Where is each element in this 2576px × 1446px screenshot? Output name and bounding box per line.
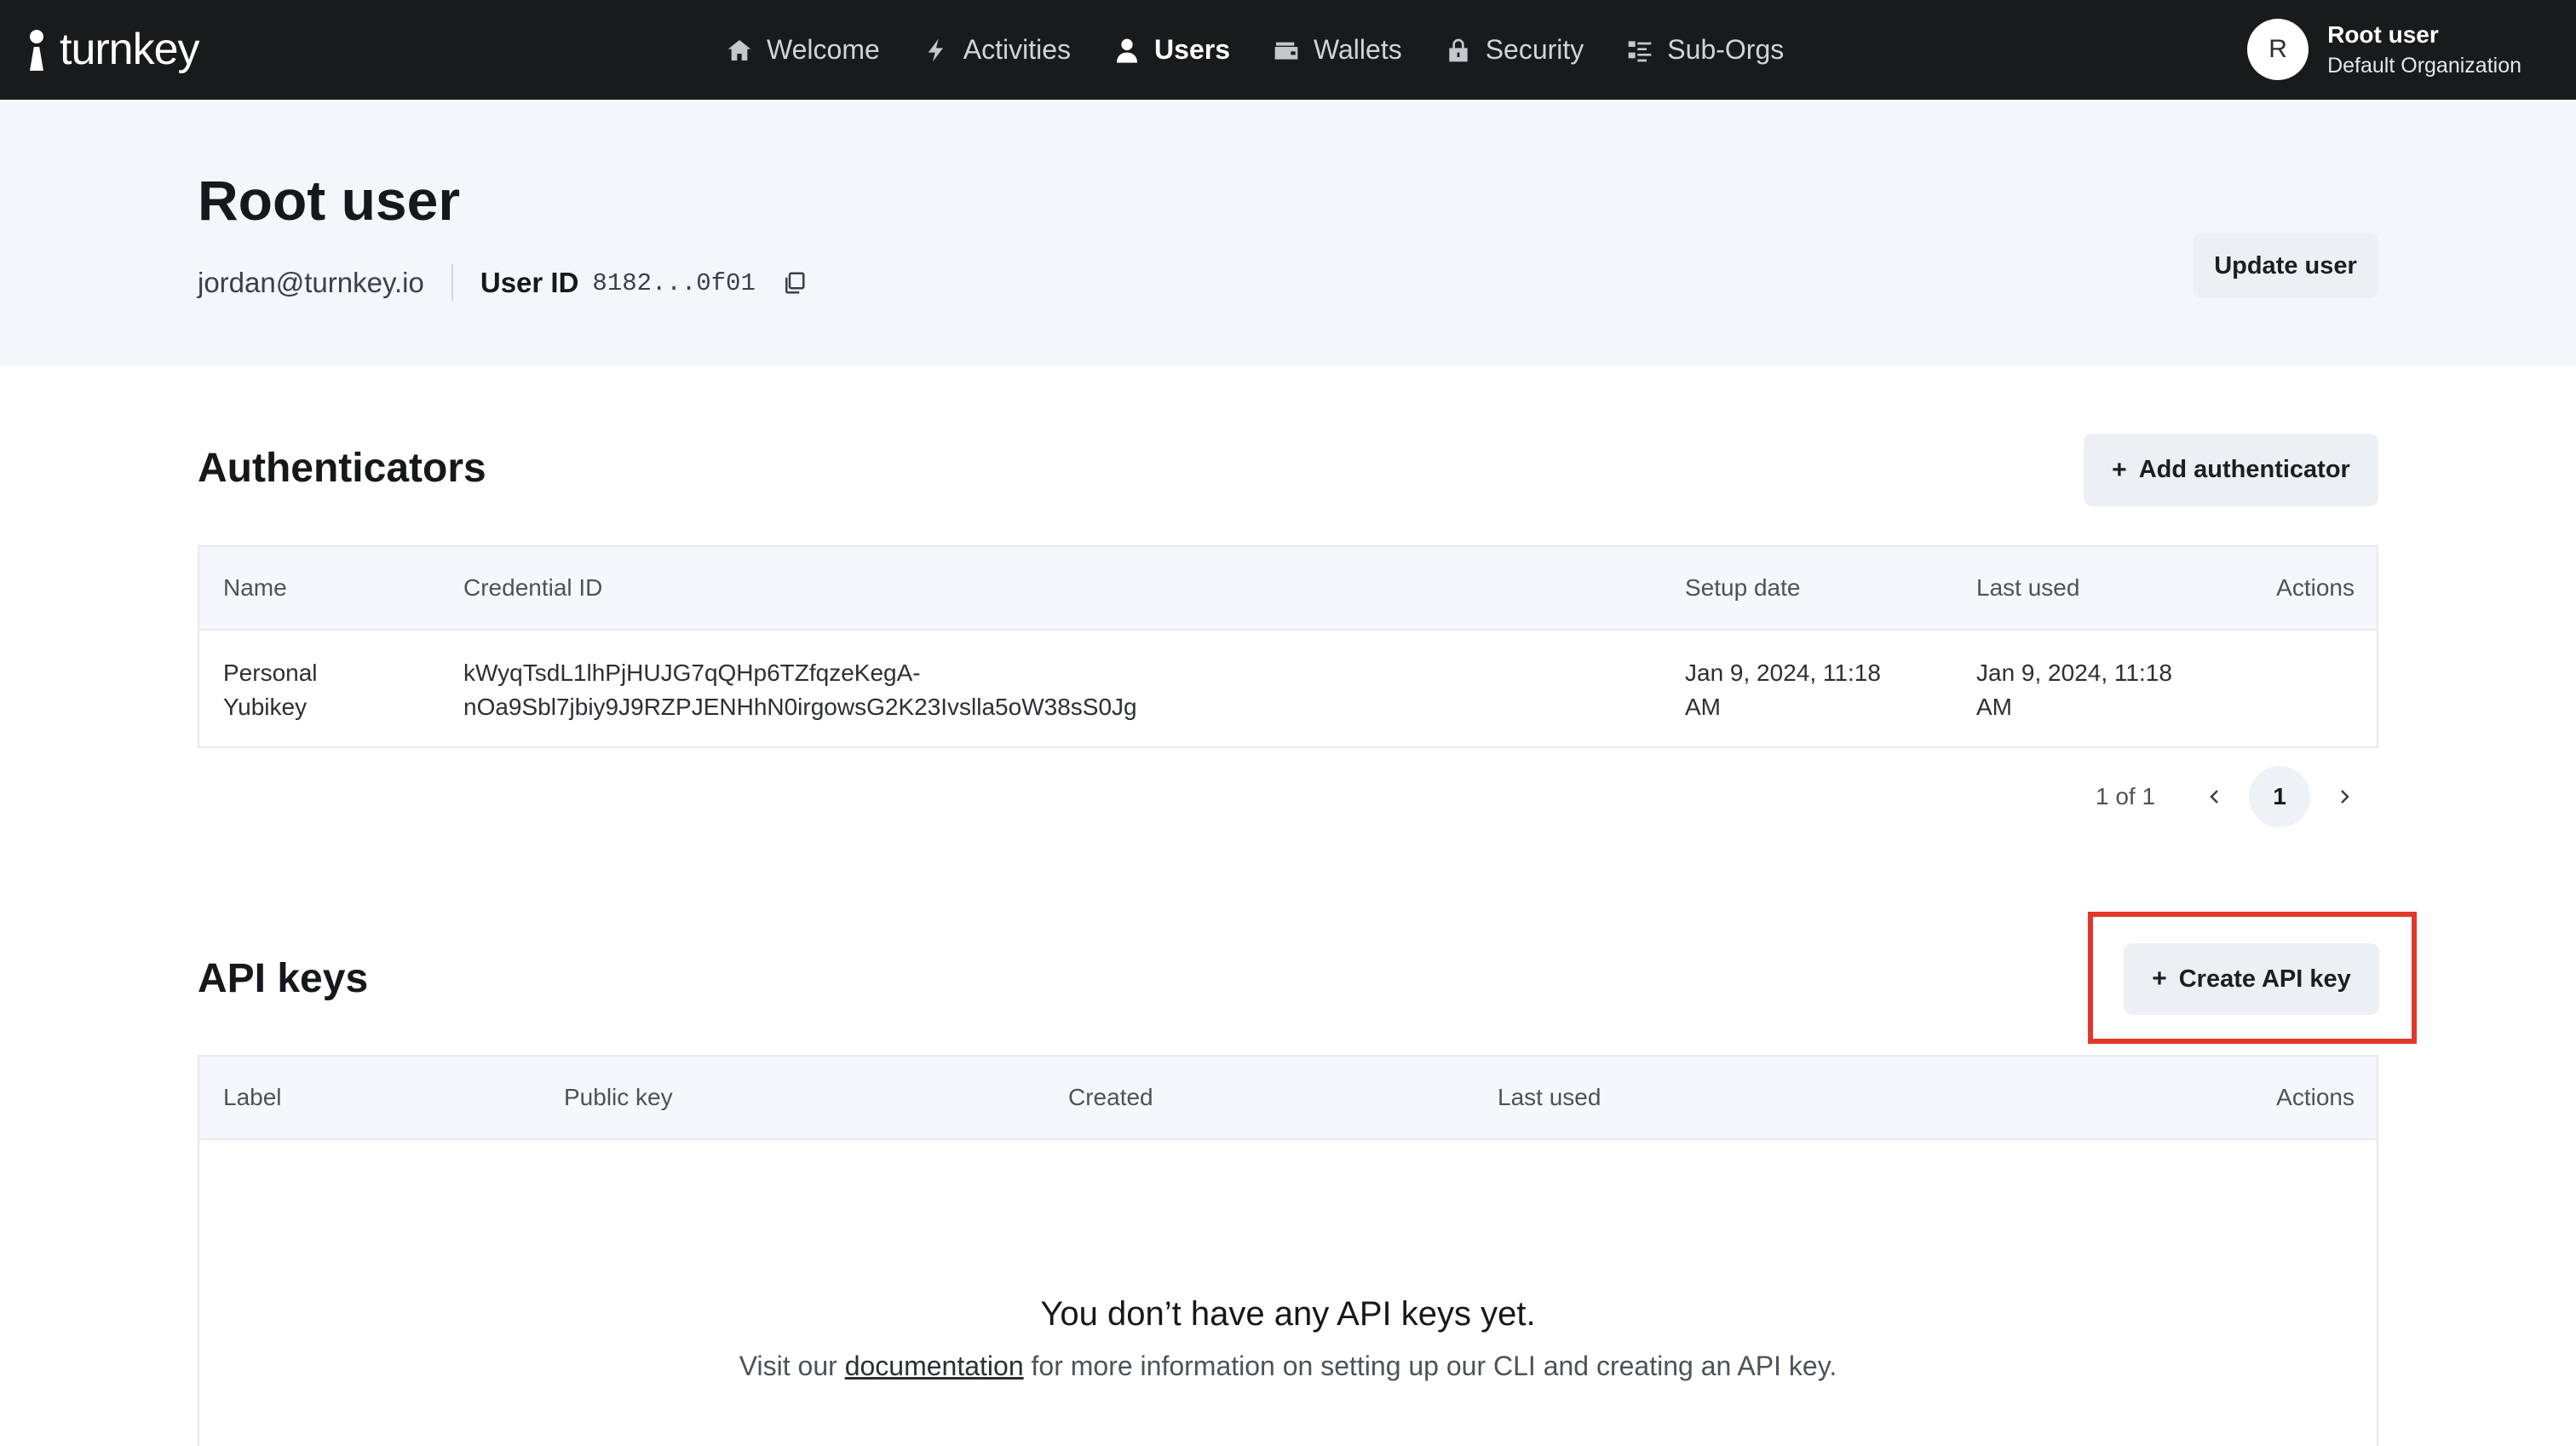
nav-item-label: Wallets bbox=[1313, 34, 1402, 65]
empty-desc-prefix: Visit our bbox=[739, 1351, 845, 1381]
documentation-link[interactable]: documentation bbox=[845, 1351, 1024, 1381]
nav-item-sub-orgs[interactable]: Sub-Orgs bbox=[1626, 34, 1784, 66]
current-organization: Default Organization bbox=[2327, 53, 2521, 78]
plus-icon: + bbox=[2152, 965, 2167, 993]
user-id-label: User ID bbox=[480, 267, 579, 298]
column-header-actions: Actions bbox=[2276, 574, 2355, 601]
credential-id: kWyqTsdL1lhPjHUJG7qQHp6TZfqzeKegA- nOa9S… bbox=[463, 660, 1137, 720]
previous-page-button[interactable] bbox=[2198, 780, 2232, 814]
turnkey-logo-icon bbox=[26, 28, 49, 71]
column-header-last-used: Last used bbox=[1976, 574, 2080, 601]
top-navbar: turnkey Welcome Activities Users Wallets… bbox=[0, 0, 2576, 100]
next-page-button[interactable] bbox=[2327, 780, 2361, 814]
nav-item-security[interactable]: Security bbox=[1445, 34, 1584, 66]
nav-item-activities[interactable]: Activities bbox=[923, 34, 1071, 66]
lightning-icon bbox=[928, 38, 943, 61]
add-authenticator-label: Add authenticator bbox=[2138, 456, 2350, 483]
main-nav: Welcome Activities Users Wallets Securit… bbox=[726, 0, 1784, 100]
api-keys-table: Label Public key Created Last used Actio… bbox=[198, 1055, 2378, 1446]
lock-icon bbox=[1449, 38, 1468, 61]
column-header-label: Label bbox=[223, 1084, 282, 1110]
column-header-actions: Actions bbox=[2276, 1084, 2355, 1110]
column-header-created: Created bbox=[1068, 1084, 1153, 1110]
authenticator-name: Personal Yubikey bbox=[223, 660, 318, 720]
nav-item-label: Activities bbox=[963, 34, 1072, 65]
table-row[interactable]: Personal Yubikey kWyqTsdL1lhPjHUJG7qQHp6… bbox=[199, 631, 2377, 746]
nav-item-users[interactable]: Users bbox=[1113, 34, 1230, 66]
page-info: 1 of 1 bbox=[2096, 783, 2156, 809]
authenticators-title: Authenticators bbox=[198, 446, 486, 491]
page-title: Root user bbox=[198, 169, 461, 232]
nav-item-label: Welcome bbox=[767, 34, 880, 65]
column-header-setup-date: Setup date bbox=[1685, 574, 1801, 601]
wallet-icon bbox=[1274, 42, 1298, 60]
user-menu[interactable]: R Root user Default Organization bbox=[2247, 19, 2521, 80]
user-email: jordan@turnkey.io bbox=[198, 267, 424, 298]
user-id-value: 8182...0f01 bbox=[592, 268, 756, 297]
last-used-date: Jan 9, 2024, 11:18 AM bbox=[1976, 660, 2172, 720]
api-keys-title: API keys bbox=[198, 956, 369, 1001]
chevron-right-icon bbox=[2341, 790, 2349, 804]
page-number-button[interactable]: 1 bbox=[2249, 766, 2311, 827]
list-icon bbox=[1628, 40, 1652, 61]
nav-item-label: Security bbox=[1485, 34, 1584, 65]
column-header-name: Name bbox=[223, 574, 287, 601]
plus-icon: + bbox=[2112, 455, 2127, 484]
user-meta: jordan@turnkey.io User ID 8182...0f01 bbox=[198, 262, 807, 304]
nav-item-label: Sub-Orgs bbox=[1667, 34, 1785, 65]
empty-desc-suffix: for more information on setting up our C… bbox=[1023, 1351, 1837, 1381]
update-user-button[interactable]: Update user bbox=[2193, 233, 2378, 298]
column-header-public-key: Public key bbox=[564, 1084, 673, 1110]
add-authenticator-button[interactable]: + Add authenticator bbox=[2084, 434, 2378, 506]
column-header-credential-id: Credential ID bbox=[463, 574, 603, 601]
nav-item-label: Users bbox=[1154, 34, 1230, 65]
create-api-key-button[interactable]: + Create API key bbox=[2124, 943, 2379, 1015]
nav-item-wallets[interactable]: Wallets bbox=[1273, 34, 1402, 66]
nav-item-welcome[interactable]: Welcome bbox=[726, 34, 880, 66]
brand-name: turnkey bbox=[60, 25, 200, 74]
pagination: 1 of 1 1 bbox=[2096, 765, 2361, 828]
user-profile-header: Root user jordan@turnkey.io User ID 8182… bbox=[0, 100, 2576, 366]
empty-state-description: Visit our documentation for more informa… bbox=[199, 1351, 2377, 1382]
avatar: R bbox=[2247, 19, 2309, 80]
authenticators-table: Name Credential ID Setup date Last used … bbox=[198, 545, 2378, 748]
copy-icon[interactable] bbox=[781, 270, 807, 296]
meta-divider bbox=[451, 264, 453, 302]
user-icon bbox=[1117, 38, 1138, 63]
turnkey-logo[interactable]: turnkey bbox=[26, 20, 200, 78]
table-header: Label Public key Created Last used Actio… bbox=[199, 1057, 2377, 1140]
empty-state: You don’t have any API keys yet. Visit o… bbox=[199, 1295, 2377, 1382]
empty-state-title: You don’t have any API keys yet. bbox=[1040, 1295, 1536, 1333]
column-header-last-used: Last used bbox=[1498, 1084, 1601, 1110]
home-icon bbox=[727, 39, 751, 60]
table-header: Name Credential ID Setup date Last used … bbox=[199, 547, 2377, 631]
current-user-name: Root user bbox=[2327, 20, 2439, 48]
chevron-left-icon bbox=[2210, 790, 2218, 804]
setup-date: Jan 9, 2024, 11:18 AM bbox=[1685, 660, 1881, 720]
create-api-key-label: Create API key bbox=[2178, 965, 2351, 993]
